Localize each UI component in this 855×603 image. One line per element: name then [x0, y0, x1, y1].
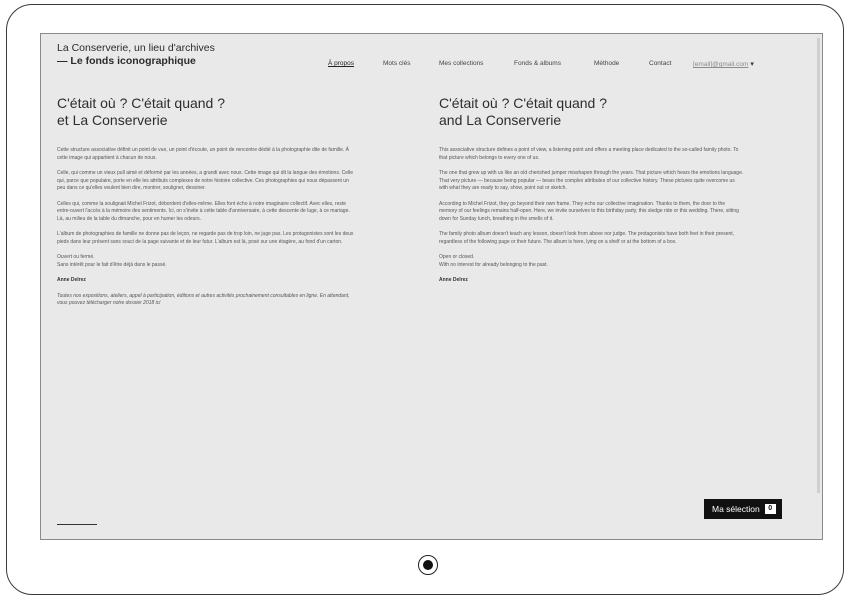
- nav-item-mes-collections[interactable]: Mes collections: [439, 60, 483, 67]
- nav-item-fonds-albums[interactable]: Fonds & albums: [514, 60, 561, 67]
- french-paragraph: L'album de photographies de famille ne d…: [57, 231, 354, 245]
- nav-item-mots-cles[interactable]: Mots clés: [383, 60, 410, 67]
- french-column: C'était où ? C'était quand ? et La Conse…: [57, 95, 357, 316]
- brand-title: La Conserverie, un lieu d'archives: [57, 42, 215, 54]
- english-paragraph: This associative structure defines a poi…: [439, 147, 739, 161]
- chevron-down-icon: ▾: [750, 61, 754, 68]
- english-author: Anne Delrez: [439, 277, 468, 283]
- english-title: C'était où ? C'était quand ? and La Cons…: [439, 95, 744, 129]
- english-title-line1: C'était où ? C'était quand ?: [439, 95, 608, 111]
- french-title-line1: C'était où ? C'était quand ?: [57, 95, 226, 111]
- french-paragraph: Celle, qui comme un vieux pull aimé et d…: [57, 170, 353, 191]
- home-button[interactable]: [418, 555, 438, 575]
- page-scrollbar[interactable]: [817, 38, 820, 493]
- user-account-menu[interactable]: [email]@gmail.com ▾: [693, 60, 754, 68]
- user-email: [email]@gmail.com: [693, 61, 749, 68]
- french-title: C'était où ? C'était quand ? et La Conse…: [57, 95, 357, 129]
- english-paragraph: According to Michel Frizot, they go beyo…: [439, 200, 739, 222]
- my-selection-button[interactable]: Ma sélection 0: [704, 499, 782, 519]
- french-activities-note[interactable]: Toutes nos expositions, ateliers, appel …: [57, 293, 357, 308]
- english-paragraph: The family photo album doesn't teach any…: [439, 231, 735, 245]
- french-paragraph: Celles qui, comme la soulignait Michel F…: [57, 200, 350, 222]
- english-column: C'était où ? C'était quand ? and La Cons…: [439, 95, 744, 293]
- nav-item-a-propos[interactable]: À propos: [328, 60, 354, 67]
- footer-divider: [57, 524, 97, 525]
- nav-item-contact[interactable]: Contact: [649, 60, 671, 67]
- nav-item-methode[interactable]: Méthode: [594, 60, 619, 67]
- french-paragraph: Cette structure associative définit un p…: [57, 147, 349, 161]
- french-author: Anne Delrez: [57, 277, 86, 283]
- site-brand[interactable]: La Conserverie, un lieu d'archives — Le …: [57, 42, 215, 68]
- english-paragraph: Open or closed. With no interest for alr…: [439, 254, 548, 268]
- brand-subtitle: — Le fonds iconographique: [57, 55, 196, 67]
- french-title-line2: et La Conserverie: [57, 112, 168, 128]
- selection-count-badge: 0: [764, 504, 776, 514]
- english-title-line2: and La Conserverie: [439, 112, 562, 128]
- selection-label: Ma sélection: [712, 504, 760, 514]
- main-nav: À propos Mots clés Mes collections Fonds…: [328, 60, 804, 72]
- french-paragraph: Ouvert ou fermé. Sans intérêt pour le fa…: [57, 254, 167, 268]
- english-paragraph: The one that grew up with us like an old…: [439, 170, 744, 191]
- browser-viewport: La Conserverie, un lieu d'archives — Le …: [40, 33, 823, 540]
